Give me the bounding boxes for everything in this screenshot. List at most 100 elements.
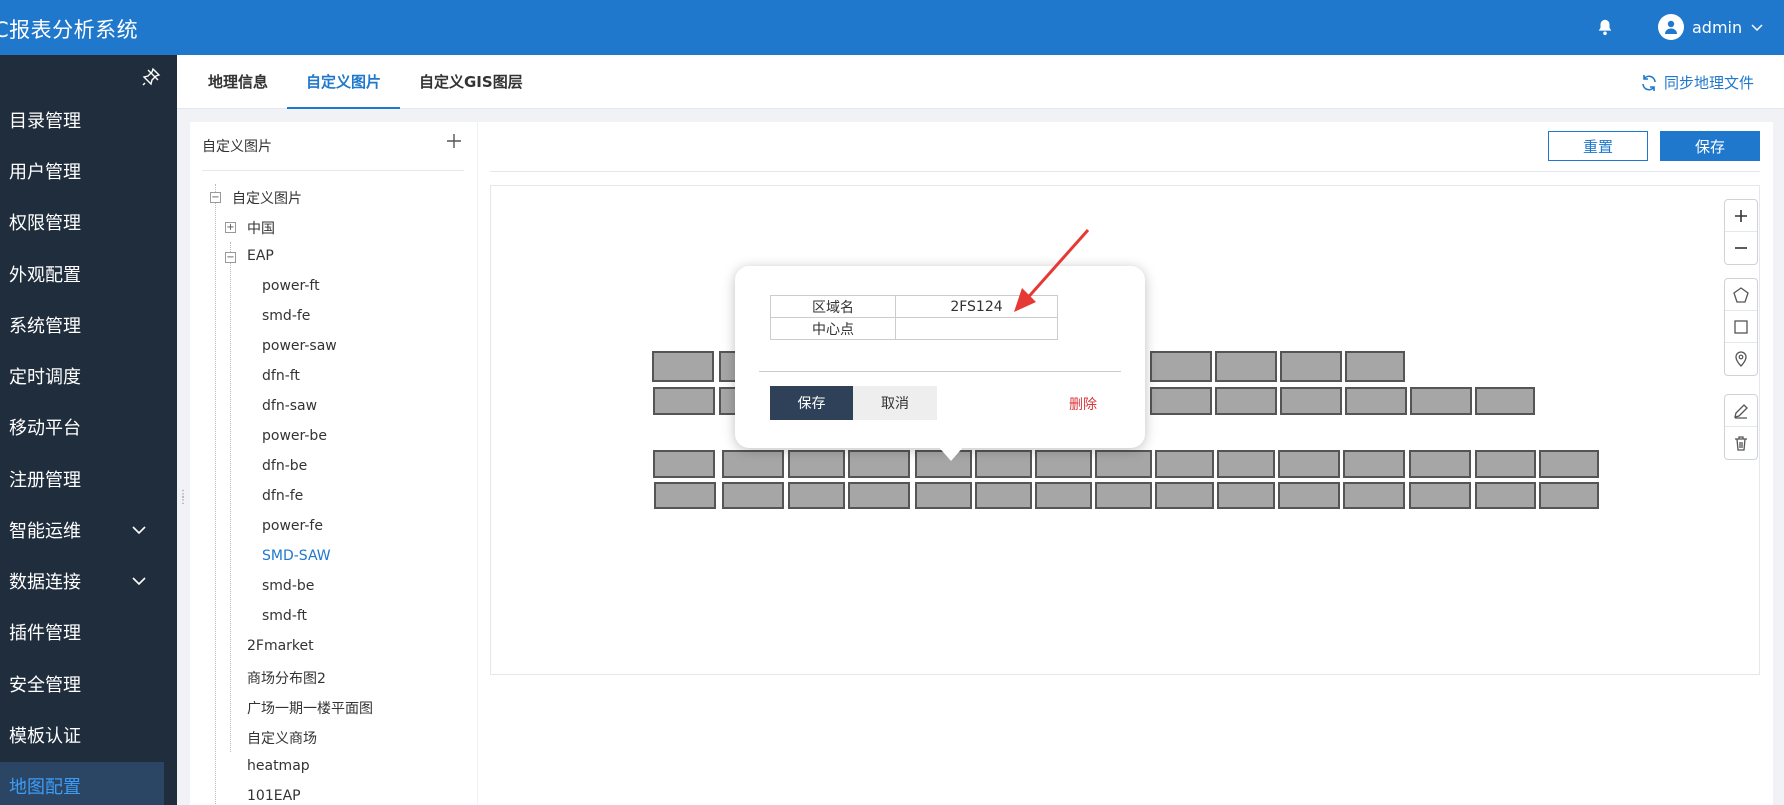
region-cell[interactable] xyxy=(1215,387,1277,415)
tab-custom-gis[interactable]: 自定义GIS图层 xyxy=(419,55,523,109)
sync-geo-button[interactable]: 同步地理文件 xyxy=(1640,72,1754,93)
region-cell[interactable] xyxy=(1475,482,1536,509)
region-cell[interactable] xyxy=(848,450,910,478)
region-cell[interactable] xyxy=(653,450,715,478)
region-cell[interactable] xyxy=(652,351,714,382)
tree-node-plaza-floor[interactable]: 广场一期一楼平面图 xyxy=(247,698,373,718)
tree-node-power-fe[interactable]: power-fe xyxy=(262,518,323,534)
region-cell[interactable] xyxy=(1155,482,1214,509)
region-cell[interactable] xyxy=(1343,450,1405,478)
tree-node-power-saw[interactable]: power-saw xyxy=(262,338,337,354)
region-cell[interactable] xyxy=(1475,387,1535,415)
sidebar-item-registration[interactable]: 注册管理 xyxy=(0,455,177,503)
collapse-icon[interactable]: − xyxy=(210,192,221,203)
region-cell[interactable] xyxy=(722,482,784,509)
region-cell[interactable] xyxy=(1217,450,1275,478)
region-cell[interactable] xyxy=(915,482,972,509)
tree-node-china[interactable]: 中国 xyxy=(247,218,275,238)
sidebar-item-data-connection[interactable]: 数据连接 xyxy=(0,557,177,605)
region-cell[interactable] xyxy=(1095,450,1152,478)
region-cell[interactable] xyxy=(975,450,1032,478)
rectangle-tool-button[interactable] xyxy=(1725,311,1757,343)
region-cell[interactable] xyxy=(1150,351,1212,382)
tree-node-smd-ft[interactable]: smd-ft xyxy=(262,608,307,624)
zoom-in-button[interactable] xyxy=(1725,200,1757,232)
region-cell[interactable] xyxy=(1035,482,1092,509)
sidebar-item-security[interactable]: 安全管理 xyxy=(0,660,177,708)
tree-node-dfn-ft[interactable]: dfn-ft xyxy=(262,368,300,384)
region-cell[interactable] xyxy=(1217,482,1275,509)
sidebar-item-permissions[interactable]: 权限管理 xyxy=(0,198,177,246)
region-cell[interactable] xyxy=(1345,387,1407,415)
region-cell[interactable] xyxy=(1095,482,1152,509)
region-cell[interactable] xyxy=(1410,387,1472,415)
tree-node-dfn-be[interactable]: dfn-be xyxy=(262,458,307,474)
popup-cancel-button[interactable]: 取消 xyxy=(853,386,937,420)
region-cell[interactable] xyxy=(1278,482,1340,509)
tree-node-101eap[interactable]: 101EAP xyxy=(247,788,301,804)
tree-node-root[interactable]: 自定义图片 xyxy=(232,188,302,208)
region-cell[interactable] xyxy=(975,482,1032,509)
tree-node-smd-fe[interactable]: smd-fe xyxy=(262,308,310,324)
region-cell[interactable] xyxy=(1539,482,1599,509)
sidebar-item-map-config[interactable]: 地图配置 xyxy=(0,762,164,805)
tree-node-dfn-fe[interactable]: dfn-fe xyxy=(262,488,303,504)
save-button[interactable]: 保存 xyxy=(1660,131,1760,161)
tree-node-smd-be[interactable]: smd-be xyxy=(262,578,314,594)
sidebar-item-appearance[interactable]: 外观配置 xyxy=(0,250,177,298)
zoom-out-button[interactable] xyxy=(1725,232,1757,264)
region-cell[interactable] xyxy=(1150,387,1212,415)
sidebar-item-schedule[interactable]: 定时调度 xyxy=(0,352,177,400)
region-cell[interactable] xyxy=(788,450,845,478)
delete-button[interactable] xyxy=(1725,427,1757,459)
tree-node-dfn-saw[interactable]: dfn-saw xyxy=(262,398,317,414)
region-cell[interactable] xyxy=(1035,450,1092,478)
tree-node-mall-map-2[interactable]: 商场分布图2 xyxy=(247,668,326,688)
region-cell[interactable] xyxy=(722,450,784,478)
edit-button[interactable] xyxy=(1725,395,1757,427)
region-cell[interactable] xyxy=(1409,482,1471,509)
tree-node-2fmarket[interactable]: 2Fmarket xyxy=(247,638,314,654)
region-cell[interactable] xyxy=(1343,482,1405,509)
region-cell[interactable] xyxy=(1280,351,1342,382)
tab-geo-info[interactable]: 地理信息 xyxy=(208,55,268,109)
tree-node-eap[interactable]: EAP xyxy=(247,248,274,264)
region-cell[interactable] xyxy=(1539,450,1599,478)
plus-icon[interactable] xyxy=(445,132,463,150)
pin-icon[interactable] xyxy=(141,67,161,87)
tree-node-heatmap[interactable]: heatmap xyxy=(247,758,310,774)
tab-custom-image[interactable]: 自定义图片 xyxy=(287,55,400,109)
center-point-value[interactable] xyxy=(895,317,1058,340)
user-menu[interactable]: admin xyxy=(1658,14,1764,40)
expand-icon[interactable]: + xyxy=(225,222,236,233)
region-cell[interactable] xyxy=(654,482,716,509)
sidebar-item-template-auth[interactable]: 模板认证 xyxy=(0,711,177,759)
popup-save-button[interactable]: 保存 xyxy=(770,386,853,420)
reset-button[interactable]: 重置 xyxy=(1548,131,1648,161)
sidebar-item-ops[interactable]: 智能运维 xyxy=(0,506,177,554)
region-cell[interactable] xyxy=(1345,351,1405,382)
bell-icon[interactable] xyxy=(1596,18,1614,36)
resize-handle[interactable]: ⋮ ⋮ xyxy=(178,490,188,510)
region-cell[interactable] xyxy=(788,482,845,509)
sidebar-item-mobile[interactable]: 移动平台 xyxy=(0,403,177,451)
region-cell[interactable] xyxy=(1155,450,1214,478)
sidebar-item-plugins[interactable]: 插件管理 xyxy=(0,608,177,656)
region-cell[interactable] xyxy=(1475,450,1536,478)
region-cell[interactable] xyxy=(1280,387,1342,415)
tree-node-custom-mall[interactable]: 自定义商场 xyxy=(247,728,317,748)
sidebar-item-users[interactable]: 用户管理 xyxy=(0,147,177,195)
marker-tool-button[interactable] xyxy=(1725,343,1757,375)
polygon-tool-button[interactable] xyxy=(1725,279,1757,311)
region-cell[interactable] xyxy=(653,387,715,415)
collapse-icon[interactable]: − xyxy=(225,252,236,263)
sidebar-item-catalog[interactable]: 目录管理 xyxy=(0,96,177,144)
region-cell[interactable] xyxy=(848,482,910,509)
region-cell[interactable] xyxy=(1215,351,1277,382)
tree-node-power-be[interactable]: power-be xyxy=(262,428,327,444)
popup-delete-link[interactable]: 删除 xyxy=(1069,394,1097,414)
region-cell[interactable] xyxy=(1409,450,1471,478)
sidebar-item-system[interactable]: 系统管理 xyxy=(0,301,177,349)
region-cell[interactable] xyxy=(1278,450,1340,478)
tree-node-smd-saw[interactable]: SMD-SAW xyxy=(262,548,331,564)
